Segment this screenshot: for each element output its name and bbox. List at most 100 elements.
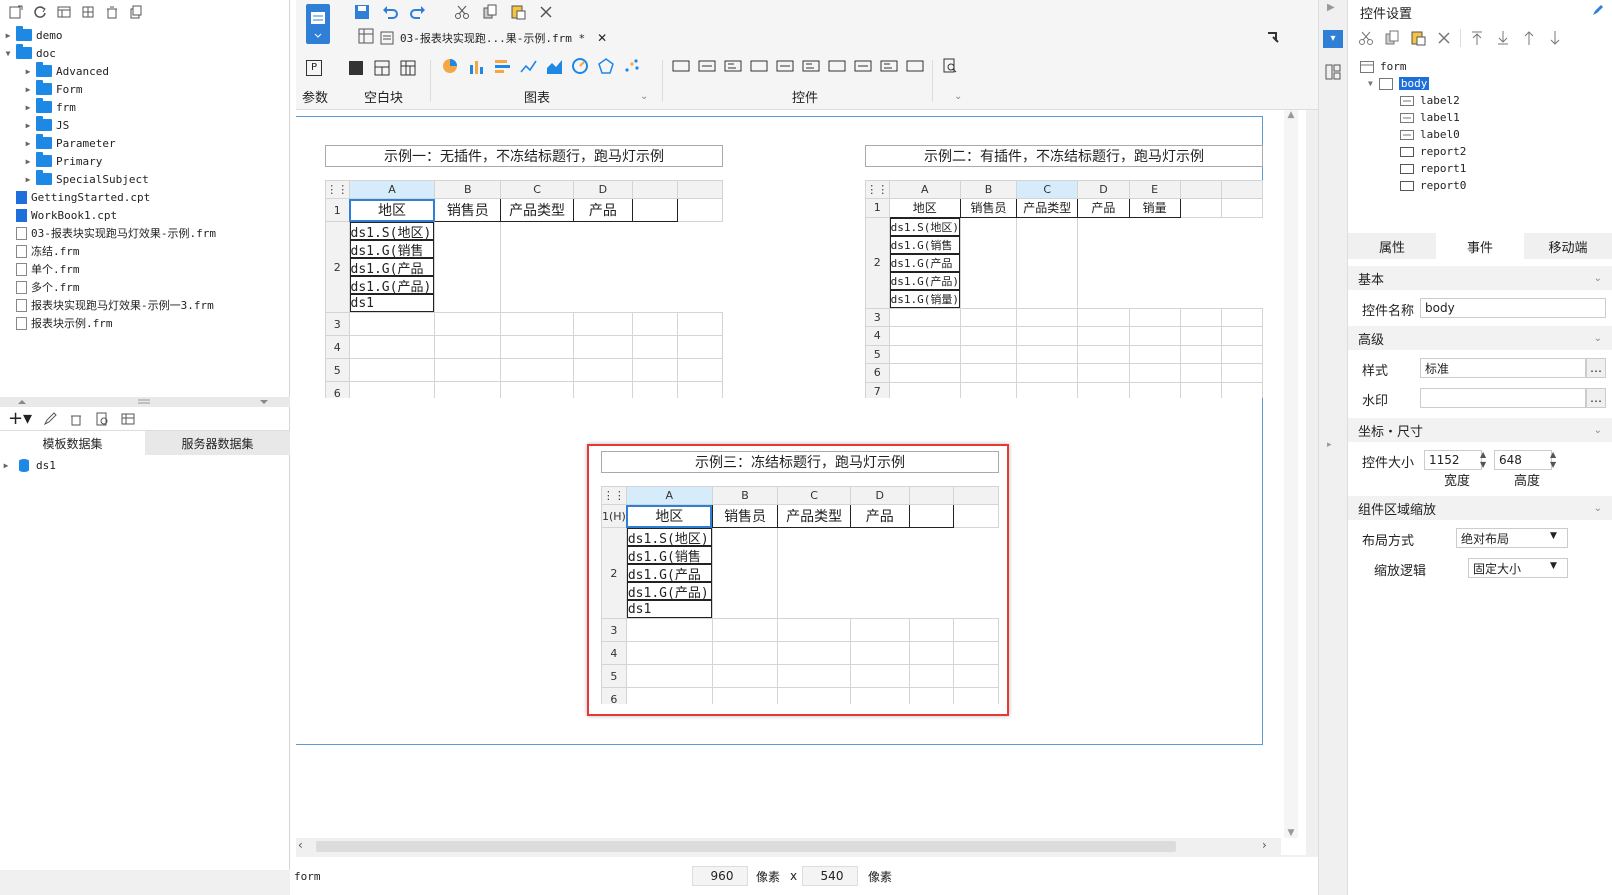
header-cell[interactable]: 地区 <box>888 198 961 218</box>
undo-icon[interactable] <box>380 2 400 22</box>
checkbox-widget-icon[interactable] <box>880 58 898 74</box>
move-up-icon[interactable] <box>1519 28 1539 48</box>
grid-cell[interactable] <box>1128 363 1181 383</box>
new-file-icon[interactable] <box>6 2 26 22</box>
bar-chart-icon[interactable] <box>468 58 485 75</box>
blank-block-icon[interactable] <box>348 60 364 76</box>
file-tree-item[interactable]: ▶ JS <box>0 116 290 134</box>
add-dataset-icon[interactable]: +▾ <box>6 408 34 429</box>
grid-cell[interactable] <box>348 358 436 382</box>
grid-cell[interactable] <box>631 312 678 336</box>
pie-chart-icon[interactable] <box>442 58 459 75</box>
example-title[interactable]: 示例二：有插件，不冻结标题行，跑马灯示例 <box>865 145 1263 167</box>
tab-properties[interactable]: 属性 <box>1348 233 1436 259</box>
corner-cell[interactable]: ⋮⋮ <box>865 180 890 199</box>
grid-cell[interactable] <box>434 221 502 313</box>
refresh-icon[interactable] <box>30 2 50 22</box>
grid-cell[interactable] <box>1220 198 1263 218</box>
file-tree-item[interactable]: 报表块示例.frm <box>0 314 290 332</box>
header-cell[interactable]: 产品类型 <box>500 198 574 222</box>
file-tree-item[interactable]: WorkBook1.cpt <box>0 206 290 224</box>
grid-cell[interactable] <box>348 312 436 336</box>
row-header[interactable]: 3 <box>865 307 890 327</box>
grid-cell[interactable] <box>500 358 574 382</box>
grid-cell[interactable] <box>959 344 1018 364</box>
lab-widget-icon[interactable] <box>698 58 716 74</box>
corner-cell[interactable]: ⋮⋮ <box>325 180 350 199</box>
example-title[interactable]: 示例一：无插件，不冻结标题行，跑马灯示例 <box>325 145 723 167</box>
row-header[interactable]: 7 <box>865 381 890 398</box>
grid-layout-icon[interactable] <box>400 60 416 76</box>
row-header[interactable]: 2 <box>325 221 350 313</box>
column-header[interactable]: D <box>1077 180 1130 199</box>
component-tree-item[interactable]: label0 <box>1348 126 1612 143</box>
grid-cell[interactable] <box>1128 307 1181 327</box>
component-tree-item[interactable]: form <box>1348 58 1612 75</box>
column-header[interactable]: E <box>1128 180 1181 199</box>
data-cell[interactable]: ds1.G(产品) <box>349 276 435 294</box>
grid-cell[interactable] <box>434 358 502 382</box>
tab-mobile[interactable]: 移动端 <box>1524 233 1612 259</box>
component-tree-item[interactable]: label2 <box>1348 92 1612 109</box>
scale-dropdown-icon[interactable]: ▼ <box>1550 561 1557 571</box>
grid-cell[interactable] <box>959 307 1018 327</box>
row-header[interactable]: 2 <box>865 216 890 309</box>
form-menu-icon[interactable] <box>306 4 330 44</box>
grid-cell[interactable] <box>1179 307 1222 327</box>
grid-cell[interactable] <box>1077 381 1130 398</box>
section-basic[interactable]: 基本 ⌄ <box>1348 266 1612 290</box>
grid-cell[interactable] <box>1179 198 1222 218</box>
section-coord[interactable]: 坐标・尺寸 ⌄ <box>1348 418 1612 442</box>
layout-dropdown-icon[interactable]: ▼ <box>1550 531 1557 541</box>
expand-arrow-icon[interactable]: ▶ <box>22 157 34 166</box>
report-grid[interactable]: ⋮⋮ A B C D 1 地区 销售员 产品类型 产品 2 ds1.S(地区) ds1.G(销售 ds1.… <box>325 180 723 398</box>
data-cell[interactable]: ds1.G(产品 <box>349 258 435 276</box>
widget-expand-icon[interactable]: ⌄ <box>954 91 962 102</box>
grid-cell[interactable] <box>1179 363 1222 383</box>
component-tree-item[interactable]: label1 <box>1348 109 1612 126</box>
row-header[interactable]: 4 <box>865 326 890 346</box>
copy-widget-icon[interactable] <box>1382 28 1402 48</box>
component-library-icon[interactable] <box>1325 64 1341 80</box>
copy-icon[interactable] <box>126 2 146 22</box>
grid-cell[interactable] <box>888 307 961 327</box>
grid-cell[interactable] <box>348 381 436 398</box>
grid-cell[interactable] <box>676 198 723 222</box>
component-tree-item[interactable]: report2 <box>1348 143 1612 160</box>
grid-cell[interactable] <box>676 358 723 382</box>
cut-icon[interactable] <box>452 2 472 22</box>
grid-cell[interactable] <box>1016 216 1079 309</box>
column-header[interactable]: B <box>959 180 1018 199</box>
scatter-chart-icon[interactable] <box>624 58 641 75</box>
grid-cell[interactable] <box>1220 307 1263 327</box>
scroll-thumb[interactable] <box>316 841 1176 852</box>
tab-template-dataset[interactable]: 模板数据集 <box>0 431 145 455</box>
tab-events[interactable]: 事件 <box>1436 233 1524 259</box>
height-input[interactable]: 648 <box>1494 450 1552 470</box>
data-cell[interactable]: ds1.S(地区) <box>889 217 960 236</box>
paste-widget-icon[interactable] <box>1408 28 1428 48</box>
style-more-button[interactable]: … <box>1586 358 1606 378</box>
grid-cell[interactable] <box>959 326 1018 346</box>
grid-cell[interactable] <box>631 381 678 398</box>
grid-cell[interactable] <box>500 335 574 359</box>
file-tree-item[interactable]: ▶ frm <box>0 98 290 116</box>
data-cell[interactable]: ds1.G(销售 <box>349 240 435 258</box>
header-cell[interactable]: 销售员 <box>434 198 502 222</box>
column-header[interactable]: C <box>500 180 574 199</box>
data-cell[interactable]: ds1.G(销量) <box>889 289 960 308</box>
watermark-input[interactable] <box>1420 388 1586 408</box>
delete-widget-icon[interactable] <box>1434 28 1454 48</box>
number-widget-icon[interactable] <box>828 58 846 74</box>
data-cell[interactable]: ds1.S(地区) <box>349 222 435 240</box>
file-tree-item[interactable]: ▶ Advanced <box>0 62 290 80</box>
grid-cell[interactable] <box>1016 326 1079 346</box>
radar-chart-icon[interactable] <box>598 58 615 75</box>
width-input[interactable]: 1152 <box>1424 450 1482 470</box>
column-header[interactable]: C <box>1016 180 1079 199</box>
expand-arrow-icon[interactable]: ▶ <box>22 85 34 94</box>
report-grid[interactable]: ⋮⋮ A B C D E 1 地区 销售员 产品类型 产品 销量 2 ds1.S(地区) ds1.G(销售 d… <box>865 180 1263 398</box>
row-header[interactable]: 5 <box>325 358 350 382</box>
data-cell[interactable]: ds1.G(销售 <box>889 235 960 254</box>
move-top-icon[interactable] <box>1467 28 1487 48</box>
